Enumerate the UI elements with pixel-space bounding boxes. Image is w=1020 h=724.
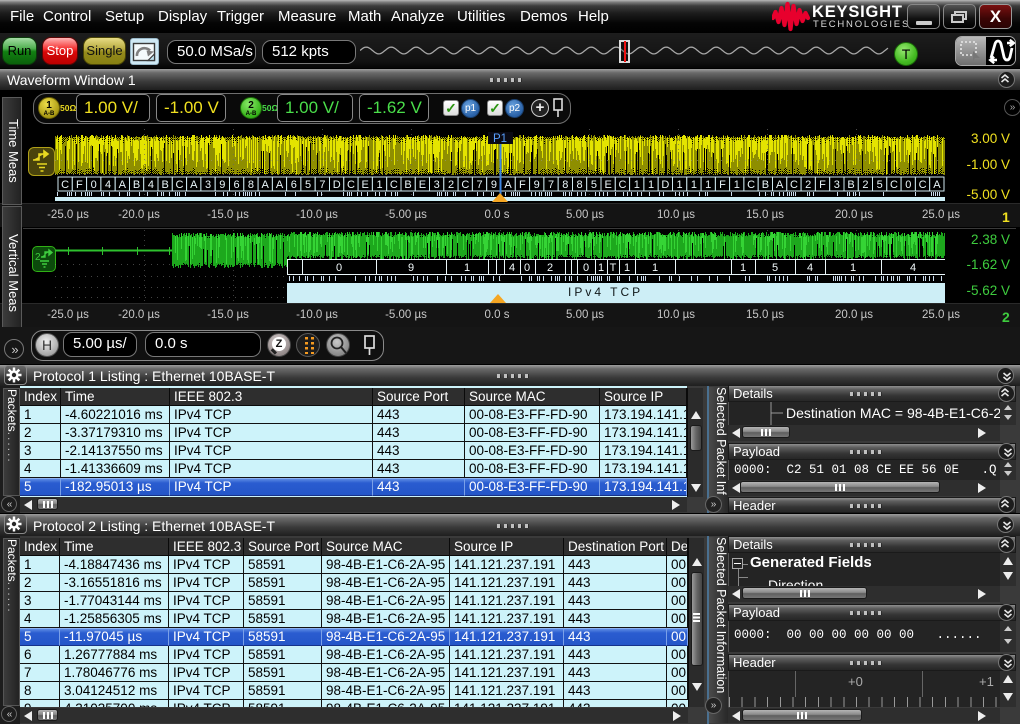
svg-text:5: 5 [591,179,597,191]
svg-text:F: F [819,179,826,191]
svg-text:C: C [790,179,798,191]
svg-text:1: 1 [652,262,658,274]
svg-text:C: C [747,179,755,191]
svg-text:8: 8 [562,179,568,191]
svg-text:5: 5 [772,262,778,274]
svg-text:E: E [419,179,426,191]
svg-text:2: 2 [862,179,868,191]
svg-text:E: E [362,179,369,191]
svg-text:3: 3 [434,179,440,191]
svg-text:D: D [661,179,669,191]
svg-text:1: 1 [677,179,683,191]
svg-text:A: A [276,179,284,191]
svg-text:5: 5 [877,179,883,191]
svg-text:B: B [762,179,769,191]
svg-text:C: C [176,179,184,191]
svg-text:0: 0 [905,179,911,191]
svg-text:7: 7 [548,179,554,191]
svg-text:C: C [347,179,355,191]
svg-text:F: F [76,179,83,191]
svg-text:1: 1 [850,262,856,274]
svg-text:B: B [847,179,854,191]
svg-text:7: 7 [477,179,483,191]
svg-text:C: C [61,179,69,191]
svg-text:1: 1 [464,262,470,274]
svg-text:4: 4 [105,179,111,191]
svg-text:0: 0 [91,179,97,191]
svg-text:A: A [504,179,512,191]
svg-text:9: 9 [219,179,225,191]
svg-text:C: C [619,179,627,191]
svg-text:A: A [776,179,784,191]
svg-text:1: 1 [691,179,697,191]
svg-text:0: 0 [583,262,589,274]
svg-text:E: E [605,179,612,191]
svg-text:2: 2 [547,262,553,274]
svg-text:1: 1 [740,262,746,274]
svg-text:4: 4 [509,262,515,274]
svg-text:1: 1 [624,262,630,274]
svg-text:2: 2 [448,179,454,191]
svg-text:1: 1 [705,179,711,191]
svg-text:A: A [119,179,127,191]
svg-text:B: B [162,179,169,191]
svg-text:5: 5 [305,179,311,191]
svg-text:IPv4 TCP: IPv4 TCP [568,285,643,299]
svg-text:0: 0 [336,262,342,274]
svg-text:8: 8 [577,179,583,191]
svg-text:1: 1 [648,179,654,191]
svg-text:A: A [933,179,941,191]
svg-text:4: 4 [807,262,813,274]
svg-text:P1: P1 [493,133,507,145]
svg-text:T: T [610,262,617,274]
svg-text:6: 6 [234,179,240,191]
svg-text:8: 8 [248,179,254,191]
svg-text:7: 7 [319,179,325,191]
svg-text:1: 1 [376,179,382,191]
svg-text:A: A [190,179,198,191]
svg-text:A: A [262,179,270,191]
svg-text:9: 9 [534,179,540,191]
svg-text:B: B [133,179,140,191]
svg-text:9: 9 [408,262,414,274]
svg-text:F: F [719,179,726,191]
svg-text:D: D [333,179,341,191]
svg-text:1: 1 [634,179,640,191]
svg-text:4: 4 [910,262,916,274]
svg-text:C: C [919,179,927,191]
svg-text:3: 3 [834,179,840,191]
svg-text:3: 3 [205,179,211,191]
svg-text:4: 4 [148,179,154,191]
svg-text:9: 9 [491,179,497,191]
svg-text:C: C [461,179,469,191]
svg-text:C: C [390,179,398,191]
svg-text:C: C [890,179,898,191]
svg-text:2: 2 [805,179,811,191]
svg-text:1: 1 [734,179,740,191]
svg-text:F: F [519,179,526,191]
svg-text:B: B [404,179,411,191]
svg-text:6: 6 [291,179,297,191]
svg-text:0: 0 [524,262,530,274]
svg-text:1: 1 [598,262,604,274]
